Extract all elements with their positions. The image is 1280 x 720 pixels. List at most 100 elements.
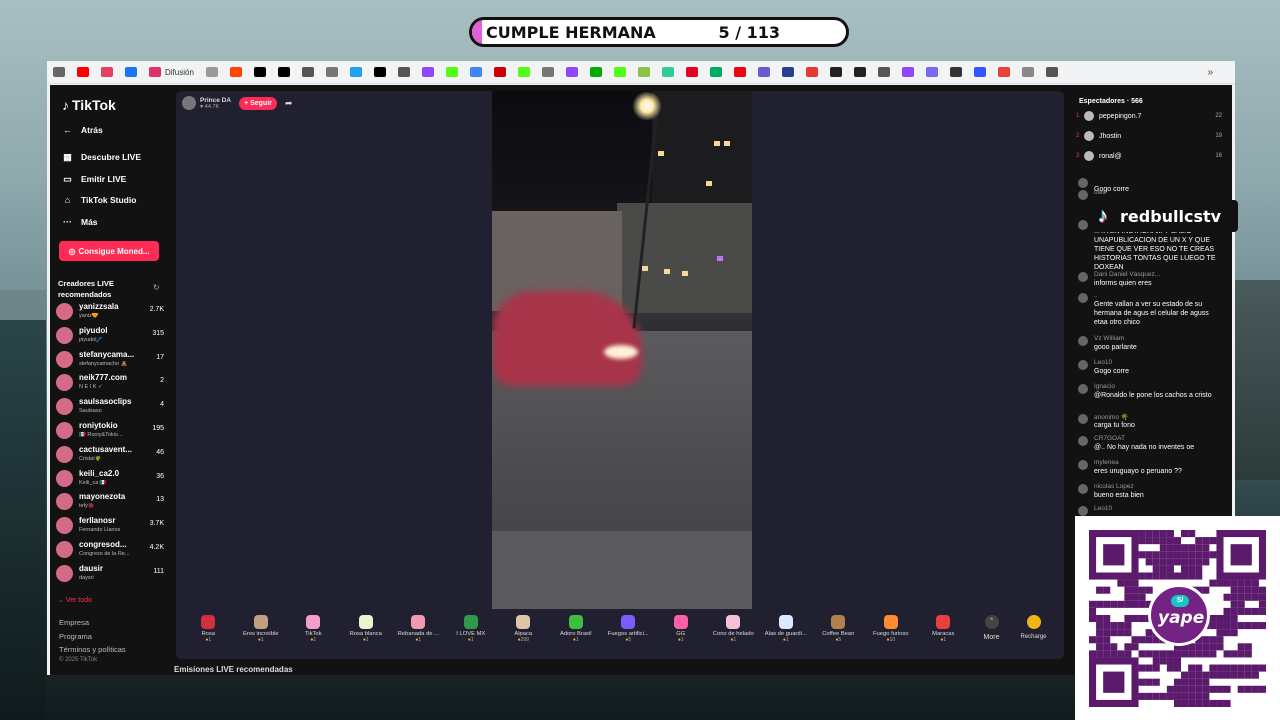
bookmark-icon[interactable] [685,67,698,77]
top-viewer-row[interactable]: 2 Jhostin 19 [1076,129,1222,143]
gift-item[interactable]: Eres increíble ●1 [235,614,288,643]
get-coins-button[interactable]: ◎ Consigue Moned... [59,241,159,261]
chat-username[interactable]: mylenea [1094,459,1119,466]
bookmark-icon[interactable] [325,67,338,77]
bookmark-icon[interactable] [805,67,818,77]
gift-item[interactable]: Maracas ●1 [917,614,970,643]
bookmark-icon[interactable] [229,67,242,77]
chat-avatar[interactable] [1078,336,1088,346]
gift-item[interactable]: Fuegos artifici... ●5 [602,614,655,643]
gift-item[interactable]: TikTok ●1 [287,614,340,643]
bookmark-icon[interactable] [781,67,794,77]
chat-avatar[interactable] [1078,293,1088,303]
chat-avatar[interactable] [1078,436,1088,446]
top-viewer-row[interactable]: 1 pepepingon.7 22 [1076,109,1222,123]
bookmark-icon[interactable] [253,67,266,77]
gift-item[interactable]: I LOVE MX ●1 [445,614,498,643]
gift-item[interactable]: Rebanada de ... ●1 [392,614,445,643]
refresh-icon[interactable]: ↻ [153,283,160,292]
bookmark-icon[interactable] [373,67,386,77]
creator-item[interactable]: neik777.com N E I K ✓ 2 [56,372,164,394]
chat-username[interactable]: Leo10 [1094,505,1112,512]
creator-item[interactable]: stefanycama... stefanycamacho 🧸 17 [56,349,164,371]
more-gifts-button[interactable]: ⌃ More [970,614,1014,641]
bookmark-icon[interactable] [565,67,578,77]
gift-item[interactable]: GG ●1 [655,614,708,643]
bookmark-icon[interactable] [901,67,914,77]
bookmark-icon[interactable] [53,67,65,77]
creator-item[interactable]: piyudol piyudol🖊️ 315 [56,325,164,347]
bookmark-label[interactable]: Difusión [165,68,194,77]
bookmark-icon[interactable] [421,67,434,77]
chat-username[interactable]: nicolas Lopez [1094,483,1134,490]
nav-item-tiktok-studio[interactable]: ⌂ TikTok Studio [62,195,137,205]
host-name[interactable]: Prince DA [200,97,231,104]
bookmark-icon[interactable] [997,67,1010,77]
bookmark-icon[interactable] [589,67,602,77]
chat-avatar[interactable] [1078,178,1088,188]
chat-avatar[interactable] [1078,272,1088,282]
creator-item[interactable]: roniytokio 🇲🇽 Roniy&Tokio... 195 [56,420,164,442]
nav-item-more[interactable]: ··· Más [62,217,98,227]
chat-username[interactable]: anonimo 🌴 [1094,413,1129,421]
chat-username[interactable]: uwu [1094,189,1106,196]
back-button[interactable]: ← Atrás [62,125,103,135]
bookmark-icon[interactable] [973,67,986,77]
bookmark-icon[interactable] [661,67,674,77]
bookmark-icon[interactable] [517,67,530,77]
gift-item[interactable]: Alas de guardi... ●1 [760,614,813,643]
gift-item[interactable]: Adoro Brasil ●1 [550,614,603,643]
bookmark-icon[interactable] [77,67,89,77]
gift-item[interactable]: Rosa blanca ●1 [340,614,393,643]
bookmark-icon[interactable] [541,67,554,77]
recharge-button[interactable]: Recharge [1014,614,1054,640]
chat-avatar[interactable] [1078,384,1088,394]
creator-item[interactable]: saulsasoclips Saulsaso 4 [56,396,164,418]
chat-username[interactable]: Leo10 [1094,359,1112,366]
creator-item[interactable]: congresod... Congreso de la Re... 4.2K [56,539,164,561]
creator-item[interactable]: mayonezota tefy🐞 13 [56,491,164,513]
gift-item[interactable]: Fuego furioso ●10 [865,614,918,643]
bookmark-icon[interactable] [709,67,722,77]
bookmarks-more-icon[interactable]: » [1207,67,1213,78]
creator-item[interactable]: yanizzsala yaniz🧡 2.7K [56,301,164,323]
creator-item[interactable]: keili_ca2.0 Keili_ca 🇲🇽 36 [56,468,164,490]
chat-username[interactable]: Vz William [1094,335,1124,342]
creator-item[interactable]: dausir daysri 111 [56,563,164,585]
nav-item-go-live[interactable]: ▭ Emitir LIVE [62,174,126,184]
bookmark-icon[interactable] [1021,67,1034,77]
gift-item[interactable]: Coffee Bean ●5 [812,614,865,643]
bookmark-icon[interactable] [757,67,770,77]
bookmark-icon[interactable] [733,67,746,77]
chat-avatar[interactable] [1078,506,1088,516]
bookmark-icon[interactable] [349,67,362,77]
viewers-heading[interactable]: Espectadores · 566 [1079,98,1143,105]
chat-avatar[interactable] [1078,460,1088,470]
follow-button[interactable]: + Seguir [239,96,277,110]
bookmark-icon[interactable] [149,67,161,77]
bookmark-icon[interactable] [949,67,962,77]
bookmark-icon[interactable] [1045,67,1058,77]
chat-avatar[interactable] [1078,414,1088,424]
bookmark-icon[interactable] [877,67,890,77]
bookmark-icon[interactable] [637,67,650,77]
chat-username[interactable]: CR7GOAT [1094,435,1125,442]
live-video[interactable] [492,91,752,609]
bookmark-icon[interactable] [277,67,290,77]
bookmark-icon[interactable] [925,67,938,77]
top-viewer-row[interactable]: 3 ronal@ 16 [1076,149,1222,163]
footer-link-programa[interactable]: Programa [59,632,92,641]
footer-link-terms[interactable]: Términos y políticas [59,645,126,654]
bookmark-icon[interactable] [829,67,842,77]
bookmark-icon[interactable] [301,67,314,77]
chat-avatar[interactable] [1078,484,1088,494]
bookmark-icon[interactable] [853,67,866,77]
chat-avatar[interactable] [1078,360,1088,370]
creator-item[interactable]: ferllanosr Fernando Llanos 3.7K [56,515,164,537]
share-icon[interactable]: ➦ [285,98,293,109]
chat-avatar[interactable] [1078,190,1088,200]
nav-item-discover-live[interactable]: ▦ Descubre LIVE [62,152,141,162]
see-all-link[interactable]: ⌄ Ver todo [58,596,92,604]
footer-link-empresa[interactable]: Empresa [59,618,89,627]
bookmark-icon[interactable] [125,67,137,77]
